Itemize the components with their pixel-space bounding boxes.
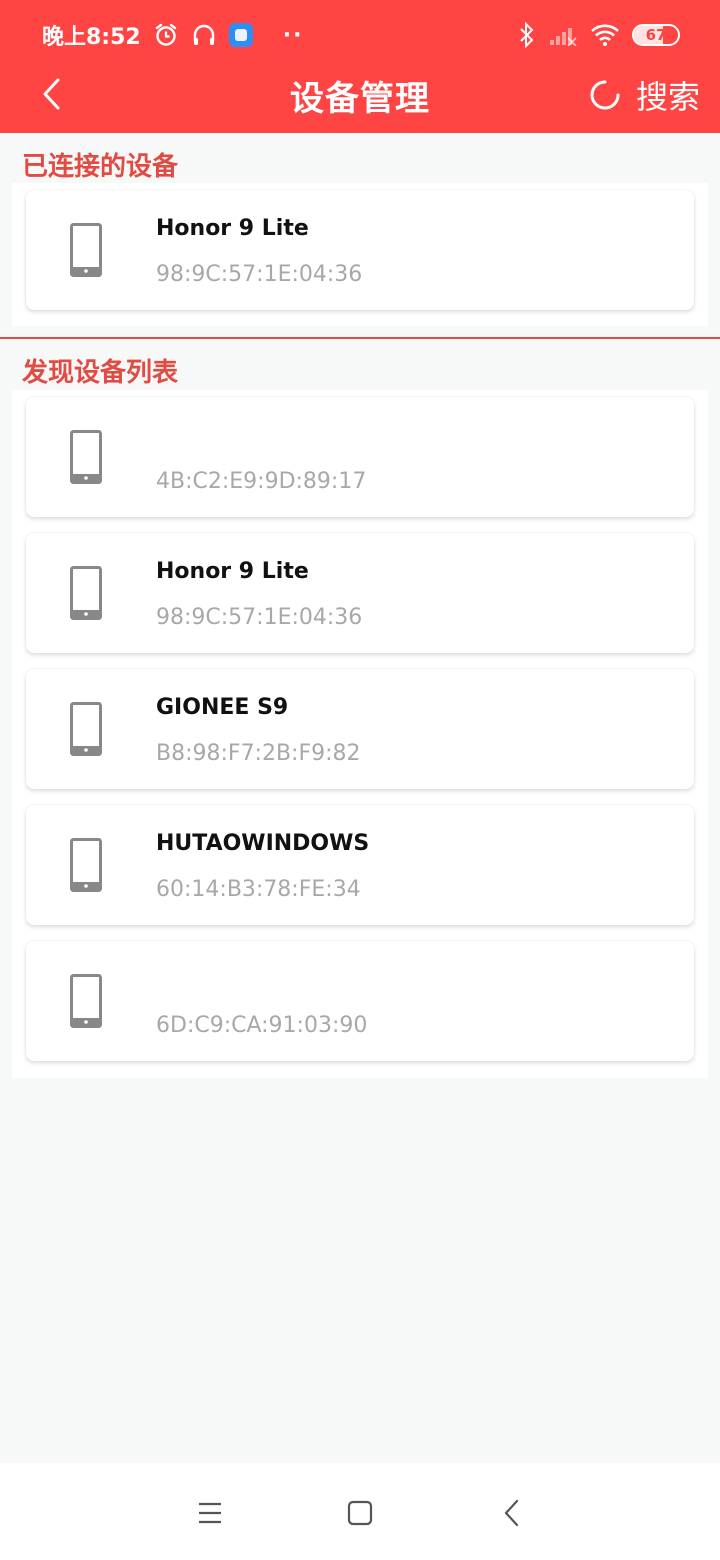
phone-icon: [70, 974, 102, 1028]
device-mac: 4B:C2:E9:9D:89:17: [156, 469, 367, 494]
device-mac: B8:98:F7:2B:F9:82: [156, 741, 361, 766]
app-notification-icon: [228, 23, 253, 47]
menu-button[interactable]: [190, 1493, 230, 1533]
back-icon: [504, 1499, 519, 1527]
discovered-device-card[interactable]: HUTAOWINDOWS 60:14:B3:78:FE:34: [26, 805, 694, 925]
wifi-icon: [590, 23, 620, 47]
discovered-device-card[interactable]: GIONEE S9 B8:98:F7:2B:F9:82: [26, 669, 694, 789]
home-button[interactable]: [340, 1493, 380, 1533]
app-header: 晚上8:52 ·· 67 设备管理 搜索: [0, 0, 720, 133]
signal-icon: [548, 24, 578, 46]
connected-device-card[interactable]: Honor 9 Lite 98:9C:57:1E:04:36: [26, 190, 694, 310]
search-button[interactable]: 搜索: [588, 72, 700, 118]
battery-level: 67: [645, 26, 667, 44]
alarm-icon: [153, 22, 179, 48]
system-back-button[interactable]: [492, 1493, 532, 1533]
search-label: 搜索: [635, 78, 700, 116]
system-nav-bar: [0, 1463, 720, 1560]
device-name: Honor 9 Lite: [156, 559, 309, 584]
battery-icon: 67: [632, 24, 680, 46]
device-mac: 6D:C9:CA:91:03:90: [156, 1013, 368, 1038]
discovered-devices-heading: 发现设备列表: [22, 358, 179, 388]
discovered-device-card[interactable]: 4B:C2:E9:9D:89:17: [26, 397, 694, 517]
discovered-device-card[interactable]: 6D:C9:CA:91:03:90: [26, 941, 694, 1061]
bluetooth-icon: [518, 22, 536, 48]
back-button[interactable]: [32, 74, 72, 114]
status-overflow: ··: [282, 22, 304, 48]
phone-icon: [70, 223, 102, 277]
headphones-icon: [191, 22, 217, 48]
phone-icon: [70, 702, 102, 756]
status-time: 晚上8:52: [42, 25, 141, 50]
device-mac: 98:9C:57:1E:04:36: [156, 605, 363, 630]
title-bar: 设备管理 搜索: [0, 62, 720, 128]
phone-icon: [70, 838, 102, 892]
section-divider: [0, 337, 720, 339]
device-name: GIONEE S9: [156, 695, 289, 720]
device-mac: 98:9C:57:1E:04:36: [156, 262, 363, 287]
chevron-left-icon: [43, 78, 60, 110]
phone-icon: [70, 430, 102, 484]
device-name: Honor 9 Lite: [156, 216, 309, 241]
device-mac: 60:14:B3:78:FE:34: [156, 877, 361, 902]
loading-spinner-icon: [590, 80, 620, 110]
discovered-device-card[interactable]: Honor 9 Lite 98:9C:57:1E:04:36: [26, 533, 694, 653]
device-name: HUTAOWINDOWS: [156, 831, 370, 856]
home-icon: [347, 1500, 373, 1526]
menu-icon: [199, 1502, 221, 1524]
connected-devices-heading: 已连接的设备: [22, 152, 179, 182]
status-bar: 晚上8:52 ·· 67: [0, 0, 720, 70]
phone-icon: [70, 566, 102, 620]
